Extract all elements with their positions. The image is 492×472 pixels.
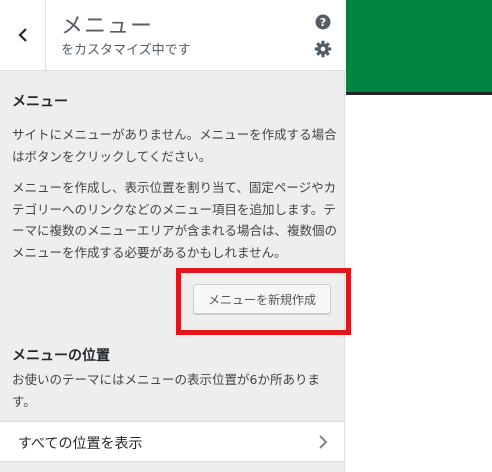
menu-locations-description: お使いのテーマにはメニューの表示位置が6か所あります。 xyxy=(12,372,320,409)
svg-text:?: ? xyxy=(320,16,326,29)
view-all-locations-label: すべての位置を表示 xyxy=(18,436,143,452)
panel-title: メニュー xyxy=(61,14,154,39)
gear-icon[interactable] xyxy=(314,40,332,58)
back-button[interactable] xyxy=(0,0,46,70)
menu-section-heading: メニュー xyxy=(12,94,68,110)
menu-locations-heading: メニューの位置 xyxy=(12,348,110,364)
chevron-left-icon xyxy=(17,28,27,42)
help-icon[interactable]: ? xyxy=(314,13,332,31)
site-preview-header xyxy=(346,0,492,95)
panel-header: メニュー をカスタマイズ中です ? xyxy=(0,0,345,71)
create-new-menu-button[interactable]: メニューを新規作成 xyxy=(193,284,331,314)
view-all-locations-link[interactable]: すべての位置を表示 xyxy=(0,421,344,462)
customizer-sidebar: メニュー をカスタマイズ中です ? メニュー サイトにメニューがありません。メニ… xyxy=(0,0,351,472)
no-menu-notice: サイトにメニューがありません。メニューを作成する場合はボタンをクリックしてくださ… xyxy=(12,127,337,164)
menu-description: メニューを作成し、表示位置を割り当て、固定ページやカテゴリーへのリンクなどのメニ… xyxy=(12,180,338,260)
panel-subtitle: をカスタマイズ中です xyxy=(61,43,191,58)
chevron-right-icon xyxy=(319,435,328,449)
